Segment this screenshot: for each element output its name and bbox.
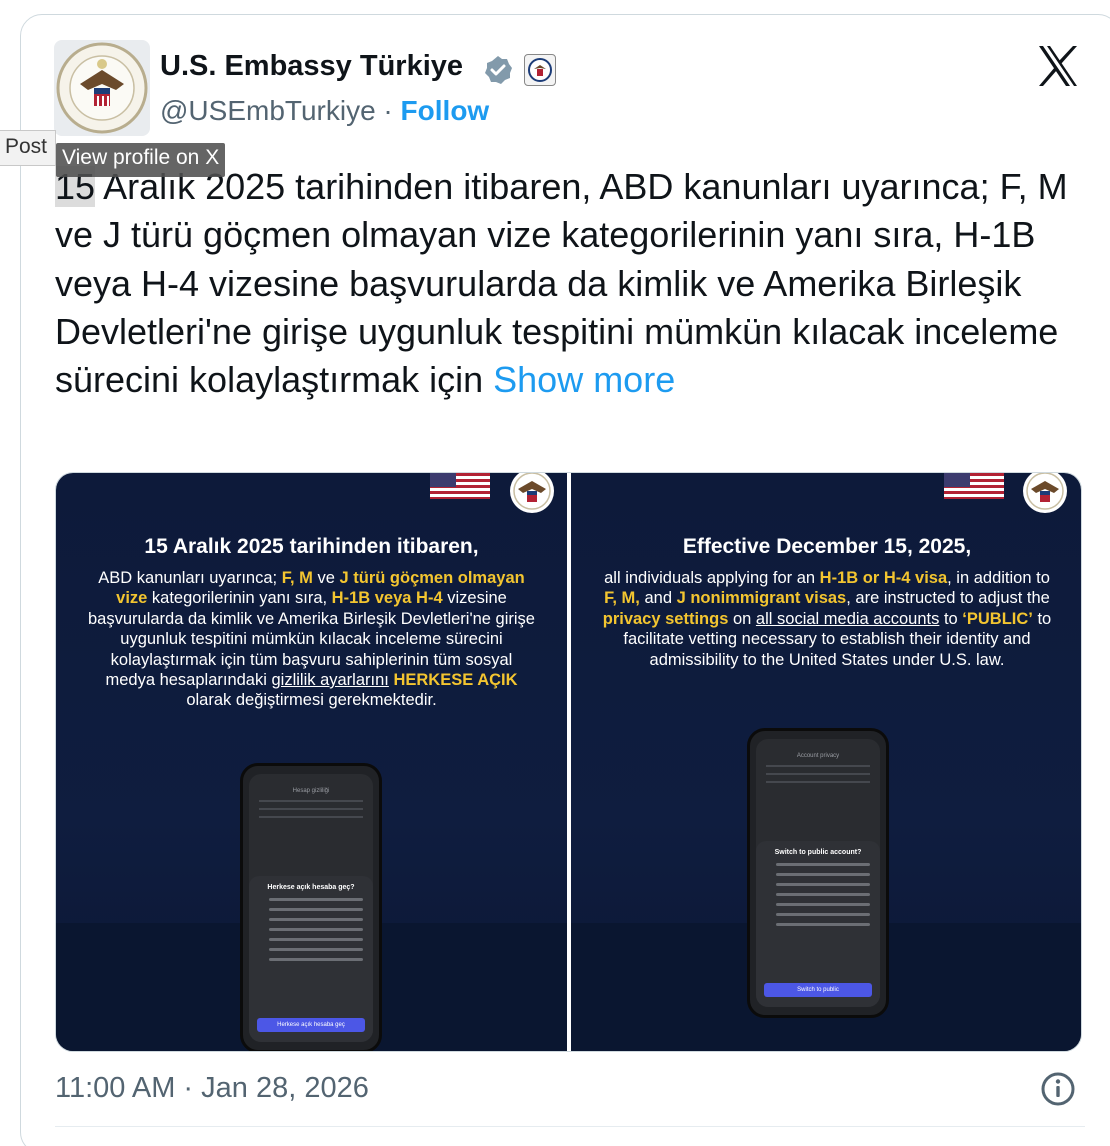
phone-line [766,781,870,783]
embassy-seal-icon [510,473,554,513]
img-highlight: F, M, [604,589,640,608]
img-underline: all social media accounts [755,609,940,628]
phone-line [269,947,363,951]
phone-screen: Account privacy Switch to public account… [756,739,880,1007]
phone-header: Hesap gizliliği [292,788,330,794]
follow-button[interactable]: Follow [401,95,490,126]
img-text: all individuals applying for an [604,569,820,587]
phone-header: Account privacy [796,753,840,759]
img-highlight: H-1B veya H-4 [331,589,443,608]
img-text: olarak değiştirmesi gerekmektedir. [186,691,437,710]
tweet-text: 15 Aralık 2025 tarihinden itibaren, ABD … [55,163,1085,404]
phone-mockup: Account privacy Switch to public account… [747,728,889,1018]
footer-divider [55,1126,1085,1127]
phone-sheet: Switch to public account? Switch to publ… [756,840,880,1007]
image-title: Effective December 15, 2025, [682,535,972,558]
view-profile-tooltip: View profile on X [56,143,226,177]
media-image-turkish[interactable]: 15 Aralık 2025 tarihinden itibaren, ABD … [56,473,567,1051]
phone-line [776,882,870,886]
media-grid[interactable]: 15 Aralık 2025 tarihinden itibaren, ABD … [55,472,1082,1052]
img-highlight: F, M [281,569,313,587]
img-highlight: ‘PUBLIC’ [962,609,1033,628]
phone-line [776,872,870,876]
phone-line [259,808,363,810]
img-text: ABD kanunları uyarınca; [98,569,282,587]
show-more-link[interactable]: Show more [493,359,675,400]
phone-line [776,862,870,866]
phone-line [269,957,363,961]
phone-mockup: Hesap gizliliği Herkese açık hesaba geç?… [240,763,382,1051]
verified-badge-icon [482,54,514,86]
embassy-seal-avatar[interactable] [54,40,150,136]
image-body-text: ABD kanunları uyarınca; F, M ve J türü g… [86,568,537,711]
media-image-english[interactable]: Effective December 15, 2025, all individ… [571,473,1081,1051]
img-highlight: HERKESE AÇIK [393,671,518,690]
phone-button: Switch to public [764,983,872,997]
img-text: to [939,609,963,628]
author-name[interactable]: U.S. Embassy Türkiye [160,50,463,83]
img-text: on [728,609,756,628]
phone-sheet: Herkese açık hesaba geç? Herkese açık he… [249,875,373,1042]
phone-line [269,917,363,921]
phone-line [269,907,363,911]
phone-line [766,773,870,775]
img-highlight: J nonimmigrant visas [676,589,847,608]
post-label: Post [0,130,57,166]
img-text: kategorilerinin yanı sıra, [147,589,332,608]
image-body-text: all individuals applying for an H-1B or … [601,568,1053,670]
phone-line [269,897,363,901]
phone-line [776,922,870,926]
affiliate-seal-icon[interactable] [524,54,556,86]
img-text: ve [312,569,340,587]
handle-separator: · [375,95,401,126]
img-text: , are instructed to adjust the [846,589,1050,608]
embassy-seal-icon [1023,473,1067,513]
tweet-timestamp[interactable]: 11:00 AM · Jan 28, 2026 [55,1072,369,1105]
author-handle-line: @USEmbTurkiye · Follow [160,95,489,127]
phone-line [269,927,363,931]
img-text: and [639,589,677,608]
x-logo-icon[interactable] [1036,44,1080,88]
us-flag-icon [944,473,1004,499]
img-text: , in addition to [947,569,1050,587]
author-handle[interactable]: @USEmbTurkiye [160,95,376,126]
phone-line [766,765,870,767]
info-icon[interactable] [1040,1071,1076,1107]
img-highlight: H-1B or H-4 visa [819,569,948,587]
phone-line [259,816,363,818]
phone-line [776,902,870,906]
phone-line [776,912,870,916]
phone-sheet-title: Switch to public account? [774,848,862,856]
image-title: 15 Aralık 2025 tarihinden itibaren, [144,535,479,558]
phone-sheet-title: Herkese açık hesaba geç? [267,883,355,891]
us-flag-icon [430,473,490,499]
img-highlight: privacy settings [602,609,729,628]
phone-line [269,937,363,941]
phone-button: Herkese açık hesaba geç [257,1018,365,1032]
phone-line [776,892,870,896]
phone-screen: Hesap gizliliği Herkese açık hesaba geç?… [249,774,373,1042]
phone-line [259,800,363,802]
img-underline: gizlilik ayarlarını [271,671,389,690]
